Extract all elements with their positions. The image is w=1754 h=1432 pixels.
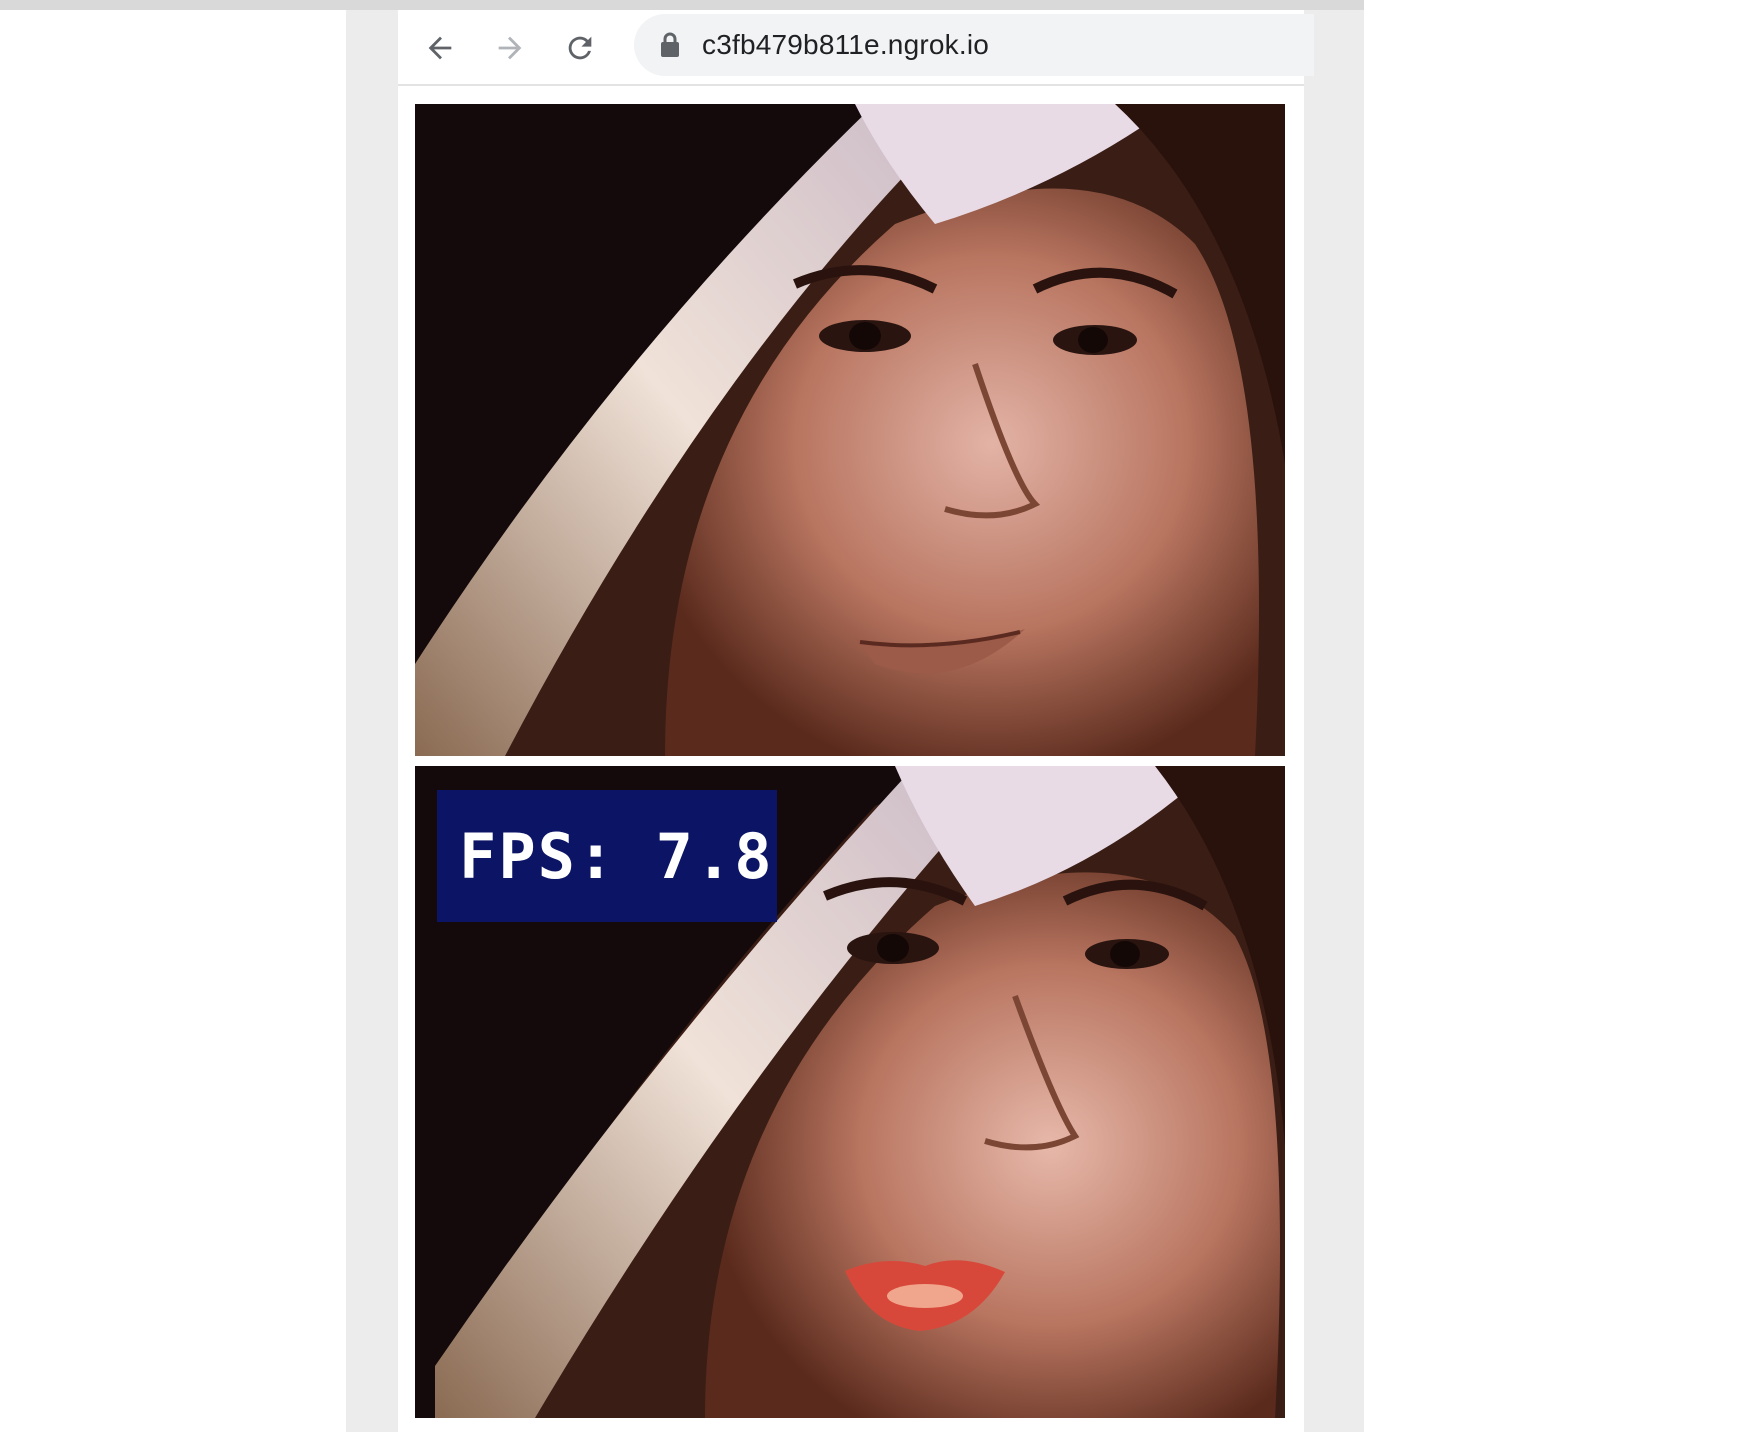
url-text: c3fb479b811e.ngrok.io: [702, 29, 990, 60]
reload-icon: [568, 36, 592, 60]
browser-toolbar: c3fb479b811e.ngrok.io: [398, 10, 1314, 86]
input-video-frame: [415, 104, 1285, 756]
window-top-strip: [0, 0, 1364, 10]
output-video-frame: FPS: 7.8: [415, 766, 1285, 1418]
forward-arrow-icon: [498, 36, 522, 60]
reload-button[interactable]: [560, 28, 600, 68]
page-gutter-left: [346, 10, 398, 1432]
address-bar[interactable]: c3fb479b811e.ngrok.io: [634, 14, 1314, 76]
fps-overlay: FPS: 7.8: [437, 790, 777, 922]
lock-icon: [658, 31, 682, 59]
forward-button[interactable]: [490, 28, 530, 68]
back-button[interactable]: [420, 28, 460, 68]
page-gutter-right: [1304, 10, 1364, 1432]
page-content: FPS: 7.8: [398, 86, 1304, 1432]
back-arrow-icon: [428, 36, 452, 60]
fps-counter: FPS: 7.8: [459, 819, 774, 893]
portrait-image: [415, 104, 1285, 756]
